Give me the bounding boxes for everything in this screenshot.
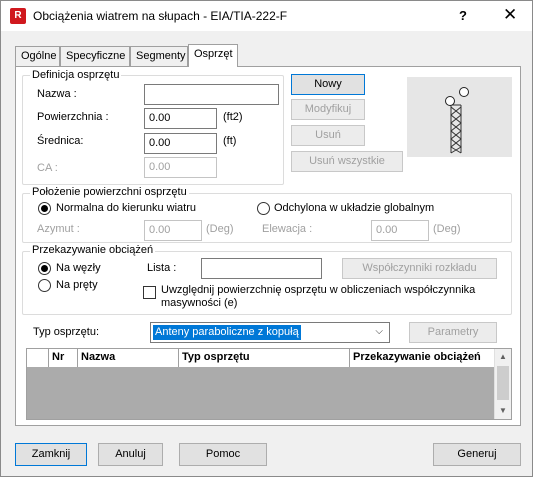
- bars-label: Na pręty: [56, 279, 98, 291]
- window-title: Obciążenia wiatrem na słupach - EIA/TIA-…: [33, 9, 288, 23]
- normal-radio[interactable]: [38, 202, 51, 215]
- delete-button[interactable]: Usuń: [291, 125, 365, 146]
- dialog-window: R Obciążenia wiatrem na słupach - EIA/TI…: [0, 0, 533, 477]
- table-header: Nr Nazwa Typ osprzętu Przekazywanie obci…: [27, 349, 494, 367]
- column-header-nr[interactable]: Nr: [49, 349, 78, 367]
- definition-legend: Definicja osprzętu: [30, 69, 122, 81]
- table-scrollbar[interactable]: ▲ ▼: [494, 349, 511, 419]
- position-group: [22, 193, 512, 243]
- title-bar: R Obciążenia wiatrem na słupach - EIA/TI…: [1, 1, 532, 31]
- scroll-up-icon[interactable]: ▲: [499, 352, 507, 361]
- app-logo-icon: R: [10, 8, 26, 24]
- diameter-unit: (ft): [223, 135, 237, 147]
- column-header-select[interactable]: [27, 349, 49, 367]
- diameter-label: Średnica:: [37, 135, 84, 147]
- elevation-label: Elewacja :: [262, 223, 313, 235]
- azimuth-label: Azymut :: [37, 223, 80, 235]
- equipment-type-select[interactable]: Anteny paraboliczne z kopułą ⌵: [150, 322, 390, 343]
- list-field[interactable]: [201, 258, 322, 279]
- column-header-type[interactable]: Typ osprzętu: [179, 349, 350, 367]
- column-header-load-transfer[interactable]: Przekazywanie obciążeń: [350, 349, 494, 367]
- help-button[interactable]: Pomoc: [179, 443, 267, 466]
- close-button[interactable]: Zamknij: [15, 443, 87, 466]
- load-transfer-legend: Przekazywanie obciążeń: [30, 244, 156, 256]
- include-surface-label: Uwzględnij powierzchnię osprzętu w oblic…: [161, 284, 476, 309]
- nodes-radio[interactable]: [38, 262, 51, 275]
- nodes-label: Na węzły: [56, 262, 101, 274]
- chevron-down-icon: ⌵: [375, 326, 383, 337]
- list-label: Lista :: [147, 262, 177, 274]
- diameter-field[interactable]: 0.00: [144, 133, 217, 154]
- equipment-table[interactable]: Nr Nazwa Typ osprzętu Przekazywanie obci…: [26, 348, 512, 420]
- deviated-radio[interactable]: [257, 202, 270, 215]
- deviated-label: Odchylona w układzie globalnym: [274, 202, 435, 214]
- equipment-preview: [407, 77, 512, 157]
- bars-radio[interactable]: [38, 279, 51, 292]
- tab-specific[interactable]: Specyficzne: [60, 46, 130, 67]
- tower-antenna-icon: [445, 87, 469, 154]
- surface-field[interactable]: 0.00: [144, 108, 217, 129]
- delete-all-button[interactable]: Usuń wszystkie: [291, 151, 403, 172]
- tab-segments[interactable]: Segmenty: [130, 46, 188, 67]
- tab-equipment[interactable]: Osprzęt: [188, 44, 238, 67]
- azimuth-unit: (Deg): [206, 223, 234, 235]
- surface-label: Powierzchnia :: [37, 111, 109, 123]
- cancel-button[interactable]: Anuluj: [98, 443, 163, 466]
- ca-label: CA :: [37, 162, 58, 174]
- name-field[interactable]: [144, 84, 279, 105]
- tab-general[interactable]: Ogólne: [15, 46, 60, 67]
- position-legend: Położenie powierzchni osprzętu: [30, 186, 189, 198]
- normal-label: Normalna do kierunku wiatru: [56, 202, 197, 214]
- distribution-coeff-button[interactable]: Współczynniki rozkładu: [342, 258, 497, 279]
- generate-button[interactable]: Generuj: [433, 443, 521, 466]
- elevation-unit: (Deg): [433, 223, 461, 235]
- elevation-field: 0.00: [371, 220, 429, 241]
- scroll-down-icon[interactable]: ▼: [499, 406, 507, 415]
- parameters-button[interactable]: Parametry: [409, 322, 497, 343]
- help-icon[interactable]: ?: [459, 8, 467, 23]
- scroll-thumb[interactable]: [497, 366, 509, 400]
- equipment-type-label: Typ osprzętu:: [33, 326, 100, 338]
- include-surface-checkbox[interactable]: [143, 286, 156, 299]
- surface-unit: (ft2): [223, 111, 243, 123]
- name-label: Nazwa :: [37, 88, 77, 100]
- column-header-name[interactable]: Nazwa: [78, 349, 179, 367]
- ca-field: 0.00: [144, 157, 217, 178]
- azimuth-field: 0.00: [144, 220, 202, 241]
- close-icon[interactable]: ✕: [503, 5, 517, 25]
- modify-button[interactable]: Modyfikuj: [291, 99, 365, 120]
- tab-panel-equipment: Definicja osprzętu Nazwa : Powierzchnia …: [15, 66, 521, 426]
- equipment-type-value: Anteny paraboliczne z kopułą: [153, 325, 301, 340]
- new-button[interactable]: Nowy: [291, 74, 365, 95]
